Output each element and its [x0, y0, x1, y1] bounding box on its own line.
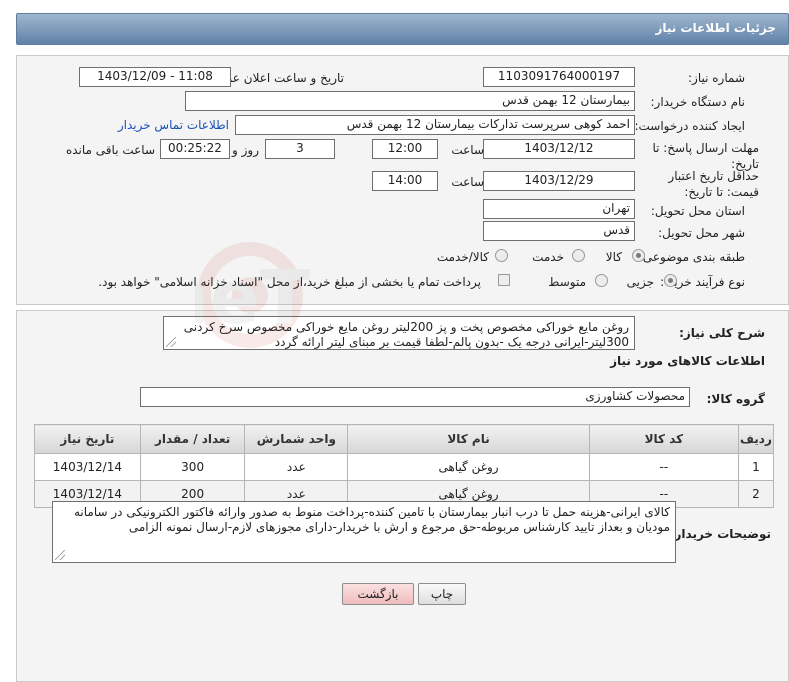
process-medium-label: متوسط — [548, 275, 586, 289]
col-date: تاریخ نیاز — [34, 424, 141, 454]
creator-label: ایجاد کننده درخواست: — [634, 119, 745, 133]
cell-qty: 300 — [139, 453, 246, 481]
remaining-days-field: 3 — [265, 139, 335, 159]
process-minor-radio[interactable] — [664, 274, 677, 287]
description-text: روغن مایع خوراکی مخصوص پخت و پز 200لیتر … — [183, 320, 629, 349]
page-title: جزئیات اطلاعات نیاز — [655, 21, 776, 35]
resize-handle-icon[interactable] — [55, 550, 65, 560]
cell-row: 2 — [737, 480, 775, 508]
remaining-time-label: ساعت باقی مانده — [65, 143, 155, 157]
buyer-notes-text: کالای ایرانی-هزینه حمل تا درب انبار بیما… — [74, 505, 670, 534]
col-qty: تعداد / مقدار — [139, 424, 246, 454]
process-minor-label: جزیی — [626, 275, 654, 289]
announce-datetime-field: 1403/12/09 - 11:08 — [79, 67, 231, 87]
goods-group-field: محصولات کشاورزی — [140, 387, 690, 407]
cell-date: 1403/12/14 — [34, 453, 141, 481]
need-number-label: شماره نیاز: — [688, 71, 745, 85]
need-number-field: 1103091764000197 — [483, 67, 635, 87]
price-time-label: ساعت — [451, 175, 484, 189]
category-label: طبقه بندی موضوعی: — [638, 250, 745, 264]
category-service-label: خدمت — [532, 250, 564, 264]
province-field: تهران — [483, 199, 635, 219]
city-label: شهر محل تحویل: — [658, 226, 745, 240]
goods-table-header: ردیف کد کالا نام کالا واحد شمارش تعداد /… — [34, 424, 775, 454]
days-label: روز و — [232, 143, 259, 157]
province-label: استان محل تحویل: — [650, 204, 745, 218]
price-validity-time: 14:00 — [372, 171, 438, 191]
city-field: قدس — [483, 221, 635, 241]
header-bar: جزئیات اطلاعات نیاز — [16, 13, 789, 45]
buyer-contact-link[interactable]: اطلاعات تماس خریدار — [118, 118, 229, 132]
col-unit: واحد شمارش — [244, 424, 349, 454]
buyer-notes-label: توضیحات خریدار: — [669, 527, 771, 541]
remaining-time-field: 00:25:22 — [160, 139, 230, 159]
category-goods-label: کالا — [605, 250, 622, 264]
treasury-payment-note: پرداخت تمام یا بخشی از مبلغ خرید،از محل … — [98, 275, 481, 289]
col-row: ردیف — [737, 424, 775, 454]
col-code: کد کالا — [588, 424, 739, 454]
treasury-payment-checkbox[interactable] — [498, 274, 510, 286]
process-medium-radio[interactable] — [595, 274, 608, 287]
category-service-radio[interactable] — [572, 249, 585, 262]
price-validity-label: حداقل تاریخ اعتبار قیمت: تا تاریخ: — [668, 169, 759, 199]
cell-unit: عدد — [244, 453, 349, 481]
need-details-page: جزئیات اطلاعات نیاز شماره نیاز: 11030917… — [0, 0, 789, 682]
goods-section-title: اطلاعات کالاهای مورد نیاز — [610, 354, 765, 368]
print-button[interactable]: چاپ — [418, 583, 466, 605]
cell-code: -- — [588, 453, 739, 481]
description-textarea: روغن مایع خوراکی مخصوص پخت و پز 200لیتر … — [163, 316, 635, 350]
cell-row: 1 — [737, 453, 775, 481]
reply-deadline-time: 12:00 — [372, 139, 438, 159]
col-name: نام کالا — [347, 424, 590, 454]
goods-group-label: گروه کالا: — [706, 392, 765, 406]
reply-deadline-date: 1403/12/12 — [483, 139, 635, 159]
goods-table: ردیف کد کالا نام کالا واحد شمارش تعداد /… — [34, 424, 775, 508]
creator-field: احمد کوهی سرپرست تدارکات بیمارستان 12 به… — [235, 115, 635, 135]
cell-name: روغن گیاهی — [347, 453, 590, 481]
description-label: شرح کلی نیاز: — [679, 326, 765, 340]
buyer-org-field: بیمارستان 12 بهمن قدس — [185, 91, 635, 111]
buyer-notes-textarea: کالای ایرانی-هزینه حمل تا درب انبار بیما… — [52, 501, 676, 563]
table-row: 1 -- روغن گیاهی عدد 300 1403/12/14 — [34, 453, 775, 481]
category-goods-radio[interactable] — [632, 249, 645, 262]
back-button[interactable]: بازگشت — [342, 583, 414, 605]
resize-handle-icon[interactable] — [166, 337, 176, 347]
reply-time-label: ساعت — [451, 143, 484, 157]
category-both-label: کالا/خدمت — [436, 250, 489, 264]
price-validity-date: 1403/12/29 — [483, 171, 635, 191]
buyer-org-label: نام دستگاه خریدار: — [650, 95, 746, 109]
category-both-radio[interactable] — [495, 249, 508, 262]
